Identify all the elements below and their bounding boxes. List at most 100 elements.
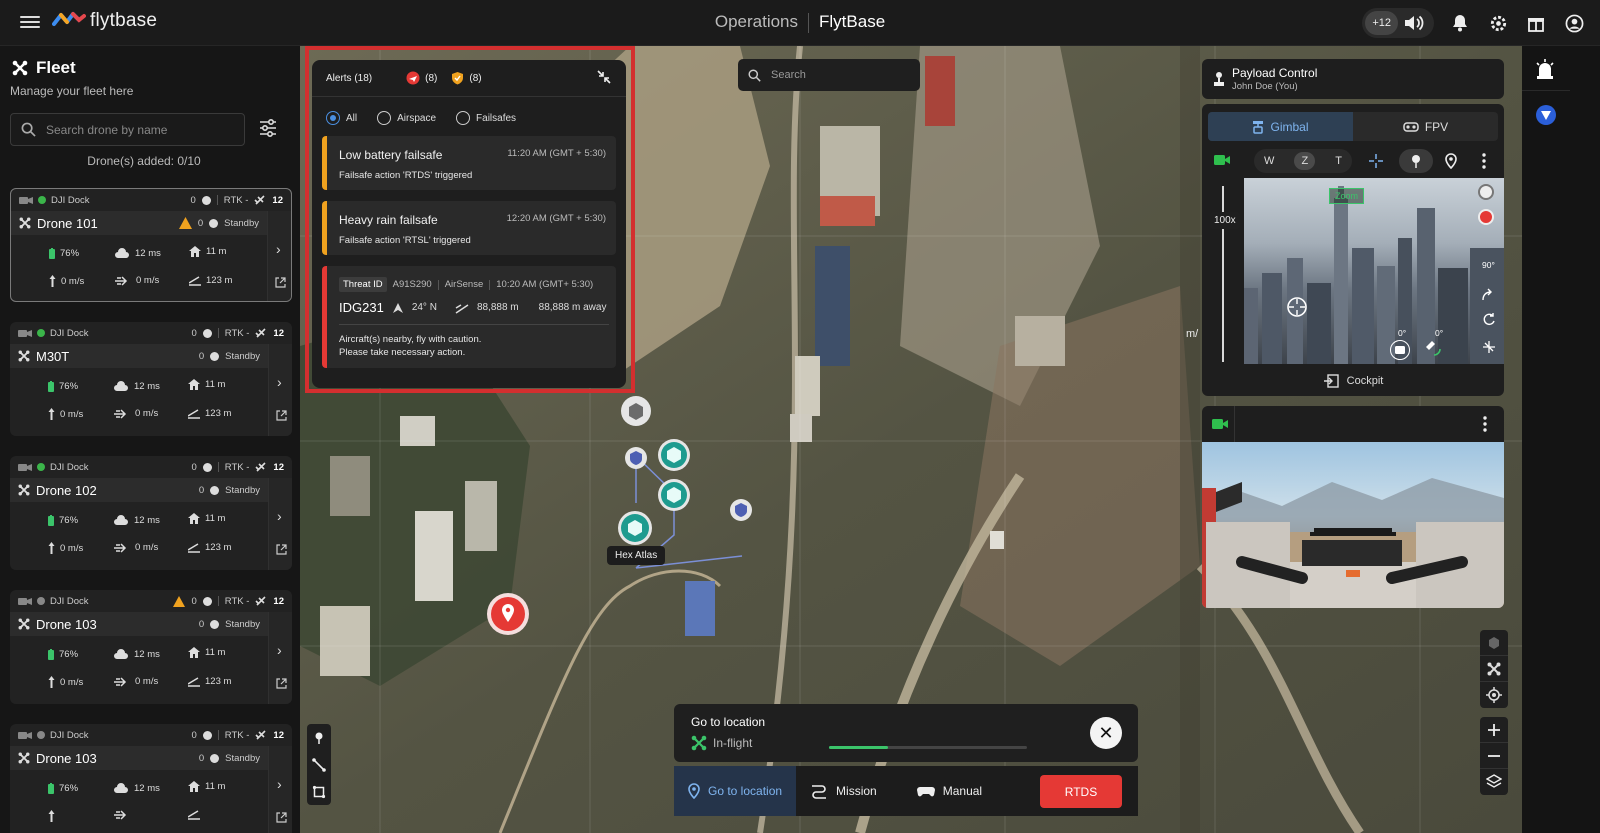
- zoom-in-icon[interactable]: [1480, 717, 1508, 743]
- drone-details-button[interactable]: ›: [268, 344, 292, 436]
- drone-details-button[interactable]: ›: [267, 211, 291, 301]
- drone-card[interactable]: DJI Dock 0 RTK - 12 Drone 103 0 Standby …: [10, 590, 292, 704]
- threat-alert-item[interactable]: Threat ID A91S290 AirSense 10:20 AM (GMT…: [322, 266, 616, 368]
- bell-icon[interactable]: [1448, 11, 1472, 35]
- drone-yaw-icon[interactable]: [1424, 339, 1442, 360]
- crosshair-icon[interactable]: [1368, 153, 1384, 172]
- record-button[interactable]: [1478, 209, 1494, 225]
- flight-mode-bar: Go to location Mission Manual RTDS: [674, 766, 1138, 816]
- dock-marker-teal[interactable]: [657, 478, 691, 515]
- mode-manual[interactable]: Manual: [903, 766, 996, 816]
- height-stat: 11 m: [189, 246, 226, 257]
- distance-icon: [189, 275, 201, 286]
- external-link-icon[interactable]: [276, 812, 287, 826]
- audio-group[interactable]: +12: [1362, 8, 1434, 38]
- tab-gimbal[interactable]: Gimbal: [1208, 112, 1353, 141]
- filter-settings-icon[interactable]: [258, 118, 278, 141]
- video-camera-icon[interactable]: [1212, 418, 1228, 433]
- drone-card[interactable]: DJI Dock 0 RTK - 12 Drone 102 0 Standby …: [10, 456, 292, 570]
- filter-airspace-radio[interactable]: Airspace: [377, 111, 436, 125]
- external-link-icon[interactable]: [276, 544, 287, 558]
- map-search-input[interactable]: Search: [738, 59, 920, 91]
- navigation-icon[interactable]: [1535, 104, 1557, 129]
- threat-source: AirSense: [444, 279, 484, 290]
- drone-alert-count: 0: [197, 217, 204, 229]
- zoom-mode-selector[interactable]: W Z T: [1254, 149, 1352, 173]
- external-link-icon[interactable]: [275, 277, 286, 291]
- gimbal-reticle-icon[interactable]: [1286, 296, 1308, 321]
- dock-alert-count: 0: [191, 595, 197, 607]
- airspace-alert-count[interactable]: (8): [406, 71, 437, 85]
- map-layers-icon[interactable]: [1480, 769, 1508, 795]
- dock-marker-hex-atlas[interactable]: [617, 510, 653, 549]
- filter-failsafes-radio[interactable]: Failsafes: [456, 111, 516, 125]
- drone-details-button[interactable]: ›: [268, 478, 292, 570]
- home-icon: [188, 379, 200, 390]
- page-title: Operations FlytBase: [0, 12, 1600, 33]
- zoom-mode-t[interactable]: T: [1335, 155, 1342, 167]
- location-pin-icon[interactable]: [486, 592, 530, 639]
- video-camera-icon[interactable]: [1214, 154, 1230, 169]
- locate-icon[interactable]: [1480, 682, 1508, 708]
- pitch-up-icon[interactable]: [1480, 288, 1494, 305]
- fpv-camera-feed[interactable]: [1202, 442, 1504, 608]
- threat-altitude: 88,888 m: [476, 302, 519, 313]
- failsafe-alert-count[interactable]: (8): [451, 71, 482, 85]
- rtds-button[interactable]: RTDS: [1040, 775, 1122, 808]
- drone-card[interactable]: DJI Dock 0 RTK - 12 Drone 103 0 Standby …: [10, 724, 292, 833]
- more-options-icon[interactable]: [1483, 416, 1487, 435]
- mode-mission[interactable]: Mission: [796, 766, 891, 816]
- user-icon[interactable]: [1562, 11, 1586, 35]
- camera-mode-icon[interactable]: [1390, 340, 1410, 360]
- gear-icon[interactable]: [1486, 11, 1510, 35]
- drone-status-icon: [691, 735, 707, 751]
- waypoint-marker[interactable]: [624, 446, 648, 473]
- gimbal-reset-icon[interactable]: [1482, 340, 1496, 357]
- dock-status-dot: [37, 731, 45, 739]
- close-goto-button[interactable]: ✕: [1090, 717, 1122, 749]
- drone-details-button[interactable]: ›: [268, 746, 292, 833]
- external-link-icon[interactable]: [276, 678, 287, 692]
- line-tool-icon[interactable]: [307, 751, 331, 778]
- pin-point-icon[interactable]: [1399, 149, 1433, 173]
- zoom-out-icon[interactable]: [1480, 743, 1508, 769]
- collapse-icon[interactable]: [596, 69, 612, 88]
- alarm-siren-icon[interactable]: [1535, 58, 1555, 83]
- filter-all-radio[interactable]: All: [326, 111, 357, 125]
- threat-distance: 88,888 m away: [538, 302, 607, 313]
- 3d-cube-icon[interactable]: [1480, 630, 1508, 656]
- alert-item[interactable]: Heavy rain failsafe 12:20 AM (GMT + 5:30…: [322, 201, 616, 255]
- pin-tool-icon[interactable]: [307, 724, 331, 751]
- mode-goto-location[interactable]: Go to location: [674, 766, 797, 816]
- vertical-speed-stat: 0 m/s: [48, 542, 83, 554]
- tab-fpv[interactable]: FPV: [1353, 112, 1498, 141]
- polygon-tool-icon[interactable]: [307, 778, 331, 805]
- dock-marker-grey[interactable]: [620, 395, 652, 430]
- drone-focus-icon[interactable]: [1480, 656, 1508, 682]
- gimbal-camera-feed[interactable]: 100x Zoom 90° 0° 0°: [1202, 178, 1504, 364]
- dock-status-dot: [38, 196, 46, 204]
- horizontal-speed-stat: [114, 810, 135, 820]
- zoom-mode-z[interactable]: Z: [1294, 152, 1316, 170]
- menu-icon[interactable]: [20, 13, 40, 33]
- location-marker-icon[interactable]: [1445, 153, 1457, 172]
- search-drone-input[interactable]: Search drone by name: [10, 113, 245, 146]
- zoom-mode-w[interactable]: W: [1264, 155, 1274, 167]
- drone-details-button[interactable]: ›: [268, 612, 292, 704]
- rotate-icon[interactable]: [1482, 312, 1496, 329]
- drone-card[interactable]: DJI Dock 0 RTK - 12 Drone 101 0 Standby …: [10, 188, 292, 302]
- more-options-icon[interactable]: [1482, 153, 1486, 172]
- mission-route-icon: [812, 785, 827, 799]
- cockpit-button[interactable]: Cockpit: [1202, 366, 1504, 396]
- volume-icon[interactable]: [1402, 11, 1426, 35]
- battery-stat: 76%: [48, 649, 78, 660]
- drone-card[interactable]: DJI Dock 0 RTK - 12 M30T 0 Standby › 76%…: [10, 322, 292, 436]
- alert-item[interactable]: Low battery failsafe 11:20 AM (GMT + 5:3…: [322, 136, 616, 190]
- photo-capture-button[interactable]: [1478, 184, 1494, 200]
- dock-marker-teal[interactable]: [657, 438, 691, 475]
- waypoint-marker[interactable]: [729, 498, 753, 525]
- rtk-status: RTK -: [223, 194, 249, 206]
- external-link-icon[interactable]: [276, 410, 287, 424]
- dock-alert-count: 0: [190, 194, 196, 206]
- gift-icon[interactable]: [1524, 11, 1548, 35]
